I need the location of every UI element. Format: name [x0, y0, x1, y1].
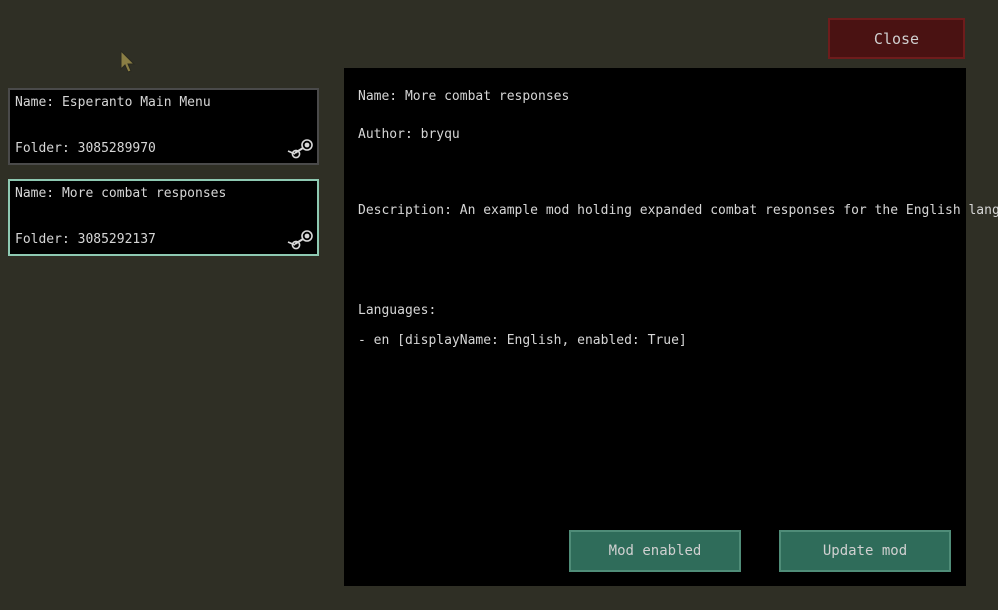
mod-enabled-button[interactable]: Mod enabled	[569, 530, 741, 572]
mod-folder: Folder: 3085292137	[15, 232, 156, 247]
languages-header: Languages:	[358, 303, 437, 318]
mod-list-item-selected[interactable]: Name: More combat responses Folder: 3085…	[8, 179, 319, 256]
steam-icon	[287, 139, 313, 159]
mouse-cursor-icon	[120, 50, 136, 73]
mod-detail-panel: Name: More combat responses Author: bryq…	[344, 68, 998, 586]
mod-list-item[interactable]: Name: Esperanto Main Menu Folder: 308528…	[8, 88, 319, 165]
mod-list: Name: Esperanto Main Menu Folder: 308528…	[8, 88, 319, 270]
detail-author: Author: bryqu	[358, 127, 460, 142]
close-button[interactable]: Close	[828, 18, 965, 59]
mod-folder: Folder: 3085289970	[15, 141, 156, 156]
mod-name: Name: Esperanto Main Menu	[15, 95, 211, 110]
update-mod-button[interactable]: Update mod	[779, 530, 951, 572]
mod-name: Name: More combat responses	[15, 186, 227, 201]
detail-name: Name: More combat responses	[358, 89, 570, 104]
steam-icon	[287, 230, 313, 250]
language-entry: - en [displayName: English, enabled: Tru…	[358, 333, 687, 348]
detail-description: Description: An example mod holding expa…	[358, 203, 998, 218]
